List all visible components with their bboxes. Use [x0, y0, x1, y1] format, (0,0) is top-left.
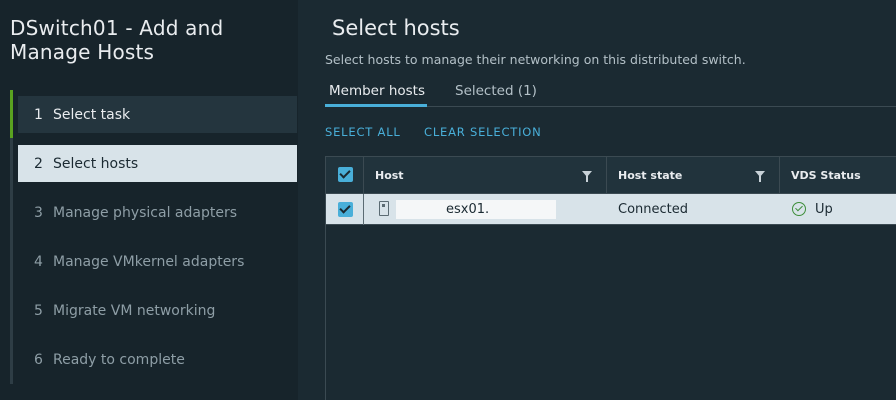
column-divider: [363, 157, 364, 194]
column-divider: [779, 157, 780, 194]
column-divider: [363, 194, 364, 225]
wizard-sidebar: DSwitch01 - Add and Manage Hosts 1 Selec…: [0, 0, 298, 400]
select-all-checkbox-icon[interactable]: [338, 167, 353, 182]
step-manage-vmkernel-adapters[interactable]: 4 Manage VMkernel adapters: [18, 243, 297, 280]
host-server-icon: [379, 201, 389, 216]
tab-bar: Member hosts Selected (1): [325, 80, 896, 107]
vds-status-cell: Up: [815, 202, 833, 217]
step-number: 1: [34, 106, 43, 123]
tab-member-hosts[interactable]: Member hosts: [325, 83, 427, 107]
main-panel: Select hosts Select hosts to manage thei…: [298, 0, 896, 400]
step-label: Migrate VM networking: [53, 302, 216, 319]
host-filter-icon[interactable]: [582, 171, 592, 182]
wizard-title: DSwitch01 - Add and Manage Hosts: [10, 16, 224, 64]
step-number: 2: [34, 155, 43, 172]
step-label: Ready to complete: [53, 351, 185, 368]
page-title: Select hosts: [332, 16, 460, 40]
column-divider: [606, 157, 607, 194]
column-header-host[interactable]: Host: [375, 169, 404, 182]
hosts-datagrid: Host Host state VDS Status esx01. Connec…: [325, 156, 896, 400]
column-header-vds-status[interactable]: VDS Status: [791, 169, 861, 182]
status-ok-icon: [792, 202, 806, 216]
datagrid-header: Host Host state VDS Status: [326, 157, 896, 194]
step-migrate-vm-networking[interactable]: 5 Migrate VM networking: [18, 292, 297, 329]
host-name[interactable]: esx01.: [446, 202, 489, 217]
step-select-task[interactable]: 1 Select task: [10, 90, 297, 138]
step-number: 5: [34, 302, 43, 319]
tab-selected[interactable]: Selected (1): [455, 83, 537, 107]
host-state-filter-icon[interactable]: [755, 171, 765, 182]
step-select-hosts[interactable]: 2 Select hosts: [18, 145, 297, 182]
clear-selection-button[interactable]: CLEAR SELECTION: [424, 125, 542, 139]
step-label: Select hosts: [53, 155, 139, 172]
host-state-cell: Connected: [618, 202, 689, 217]
row-checkbox-icon[interactable]: [338, 202, 353, 217]
step-manage-physical-adapters[interactable]: 3 Manage physical adapters: [18, 194, 297, 231]
column-header-host-state[interactable]: Host state: [618, 169, 682, 182]
step-ready-to-complete[interactable]: 6 Ready to complete: [18, 341, 297, 378]
step-number: 4: [34, 253, 43, 270]
step-label: Manage VMkernel adapters: [53, 253, 245, 270]
step-label: Select task: [53, 106, 131, 123]
table-row[interactable]: esx01. Connected Up: [326, 194, 896, 225]
step-number: 3: [34, 204, 43, 221]
page-subtitle: Select hosts to manage their networking …: [325, 52, 746, 67]
step-number: 6: [34, 351, 43, 368]
select-all-button[interactable]: SELECT ALL: [325, 125, 401, 139]
step-label: Manage physical adapters: [53, 204, 237, 221]
